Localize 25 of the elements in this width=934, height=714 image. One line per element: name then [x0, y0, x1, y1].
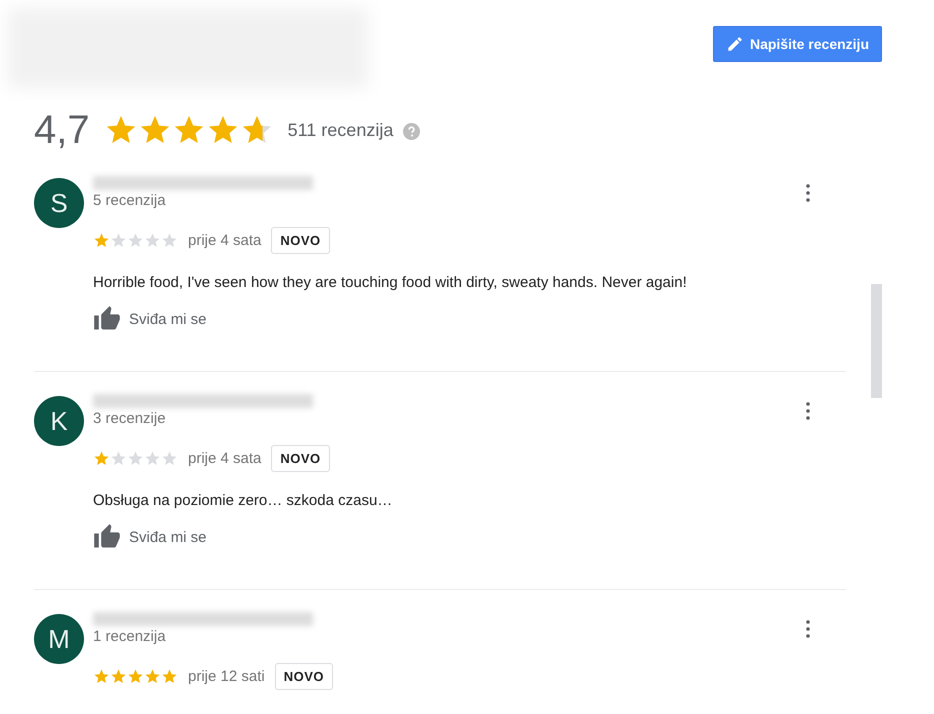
- reviewer-review-count: 1 recenzija: [93, 628, 166, 645]
- avatar[interactable]: K: [34, 396, 84, 446]
- more-options-icon[interactable]: [806, 402, 810, 420]
- help-icon: [403, 122, 420, 140]
- like-button[interactable]: Sviđa mi se: [93, 305, 207, 333]
- review-text: Obsługa na poziomie zero… szkoda czasu…: [93, 492, 394, 509]
- review-time: prije 12 sati: [188, 668, 265, 685]
- avatar[interactable]: M: [34, 614, 84, 664]
- pencil-icon: [726, 35, 744, 53]
- like-button[interactable]: Sviđa mi se: [93, 523, 207, 551]
- average-rating: 4,7: [34, 108, 90, 152]
- new-badge: NOVO: [271, 227, 330, 254]
- more-options-icon[interactable]: [806, 620, 810, 638]
- review-count: 511 recenzija: [288, 120, 394, 140]
- write-review-button[interactable]: Napišite recenziju: [712, 26, 882, 62]
- new-badge: NOVO: [274, 663, 334, 690]
- review-time: prije 4 sata: [188, 232, 262, 249]
- scrollbar[interactable]: [871, 284, 882, 398]
- review-text: Horrible food, I've seen how they are touching food with dirty, sweaty hands. Never again!: [93, 274, 688, 291]
- more-options-icon[interactable]: [806, 184, 810, 202]
- avatar[interactable]: S: [34, 178, 84, 228]
- new-badge: NOVO: [271, 445, 330, 472]
- reviewer-review-count: 5 recenzija: [93, 192, 166, 209]
- review-time: prije 4 sata: [188, 450, 262, 467]
- reviewer-review-count: 3 recenzije: [93, 410, 166, 427]
